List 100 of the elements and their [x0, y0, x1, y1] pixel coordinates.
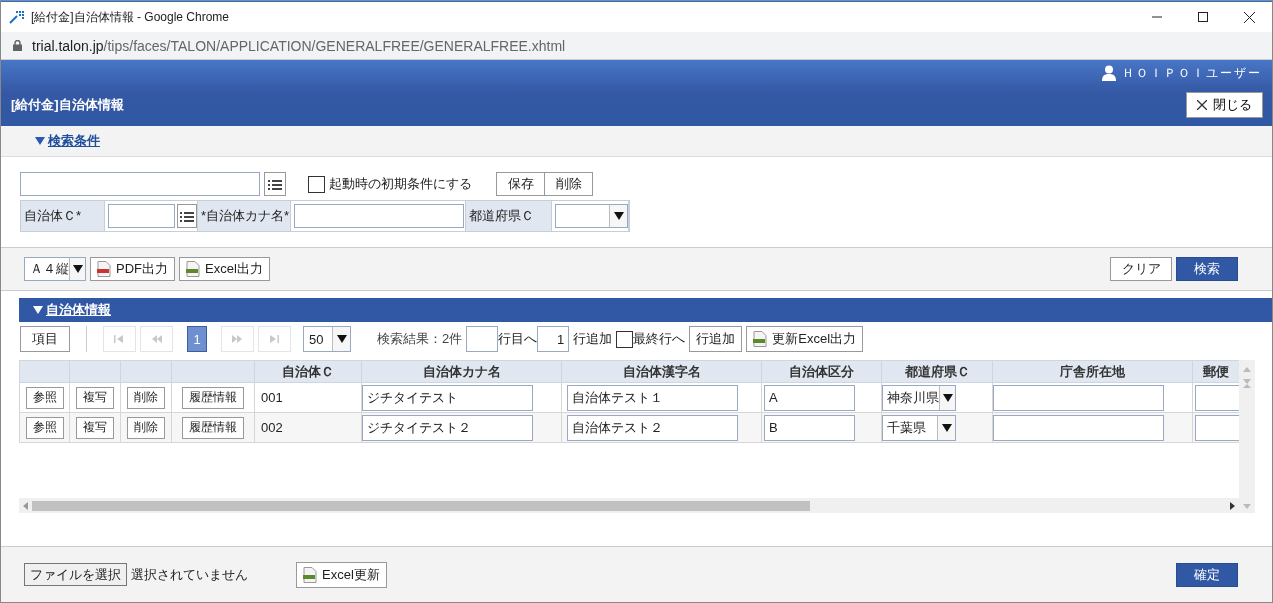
- address-input[interactable]: [993, 414, 1164, 441]
- file-status: 選択されていません: [131, 565, 248, 584]
- user-icon: [1102, 65, 1116, 81]
- default-condition-checkbox[interactable]: [308, 175, 325, 193]
- spreadsheet-file-icon: [303, 566, 317, 583]
- prefecture-select[interactable]: 千葉県: [882, 414, 956, 441]
- add-row-label: 行追加: [573, 330, 613, 348]
- condition-name-field[interactable]: [20, 172, 260, 196]
- address-input[interactable]: [993, 384, 1164, 411]
- maximize-icon: [1198, 12, 1208, 22]
- table-cell: 002: [254, 412, 362, 443]
- default-condition-label: 起動時の初期条件にする: [329, 175, 472, 193]
- column-header: 郵便: [1192, 360, 1239, 383]
- field-label: *自治体カナ名*: [198, 201, 291, 231]
- condition-list-button[interactable]: [264, 172, 286, 196]
- add-row-button[interactable]: 行追加: [689, 326, 743, 352]
- columns-button[interactable]: 項目: [20, 326, 70, 352]
- rewind-icon: [151, 334, 162, 344]
- kanji-name-input[interactable]: 自治体テスト２: [567, 414, 738, 441]
- list-icon: [180, 210, 194, 222]
- window-title: [給付金]自治体情報 - Google Chrome: [31, 8, 231, 26]
- last-row-label: 最終行へ: [633, 330, 686, 348]
- page-title: [給付金]自治体情報: [11, 96, 124, 114]
- close-dialog-button[interactable]: 閉じる: [1186, 92, 1263, 118]
- paper-size-select[interactable]: Ａ４縦: [24, 257, 86, 281]
- skip-first-icon: [114, 334, 125, 344]
- choose-file-button[interactable]: ファイルを選択: [24, 563, 127, 586]
- prefecture-value: 神奈川県: [886, 388, 939, 407]
- spreadsheet-file-icon: [186, 261, 200, 277]
- app-logo-icon: [9, 9, 25, 25]
- vertical-scrollbar[interactable]: [1239, 360, 1255, 513]
- paper-size-value: Ａ４縦: [29, 260, 69, 278]
- row-action-button[interactable]: 履歴情報: [182, 386, 244, 409]
- close-icon: [1243, 11, 1255, 23]
- row-action-button[interactable]: 履歴情報: [182, 416, 244, 439]
- column-header: 自治体漢字名: [561, 360, 762, 383]
- lock-icon: [13, 40, 22, 51]
- caret-down-icon: [613, 212, 624, 220]
- excel-update-button[interactable]: Excel更新: [296, 561, 387, 588]
- type-input[interactable]: B: [764, 414, 855, 441]
- horizontal-scrollbar[interactable]: [19, 498, 1239, 513]
- user-name: ＨＯＩＰＯＩユーザー: [1122, 64, 1262, 82]
- kana-name-input[interactable]: ジチタイテスト: [362, 384, 533, 411]
- column-header: 自治体Ｃ: [254, 360, 362, 383]
- condition-button[interactable]: 保存: [496, 172, 545, 196]
- add-row-count-field[interactable]: 1: [537, 326, 570, 352]
- postal-code-input[interactable]: [1195, 384, 1239, 411]
- spreadsheet-file-icon: [753, 331, 768, 347]
- column-header: 庁舎所在地: [992, 360, 1193, 383]
- scroll-left-icon[interactable]: [23, 501, 28, 510]
- caret-down-icon: [942, 393, 953, 402]
- result-count: 検索結果：2件: [377, 330, 463, 348]
- lookup-list-button[interactable]: [177, 204, 197, 228]
- url-host: trial.talon.jp: [32, 37, 104, 54]
- type-input[interactable]: A: [764, 384, 855, 411]
- row-action-button[interactable]: 複写: [76, 416, 114, 439]
- close-icon: [1197, 100, 1207, 110]
- fast-forward-icon: [232, 334, 243, 344]
- column-header: 自治体区分: [761, 360, 882, 383]
- search-button[interactable]: 検索: [1176, 257, 1238, 281]
- column-header: 自治体カナ名: [361, 360, 562, 383]
- kana-name-field[interactable]: [294, 204, 464, 228]
- row-action-button[interactable]: 参照: [25, 386, 64, 409]
- confirm-button[interactable]: 確定: [1176, 562, 1238, 587]
- goto-row-label: 行目へ: [498, 330, 538, 348]
- goto-row-field[interactable]: [466, 326, 499, 352]
- row-action-button[interactable]: 参照: [25, 416, 64, 439]
- prefecture-select[interactable]: [555, 204, 628, 228]
- field-label: 自治体Ｃ*: [21, 201, 105, 231]
- postal-code-input[interactable]: [1195, 414, 1239, 441]
- scroll-right-icon[interactable]: [1230, 501, 1235, 510]
- excel-update-export-button[interactable]: 更新Excel出力: [746, 326, 864, 352]
- list-icon: [268, 178, 282, 190]
- caret-down-icon: [72, 265, 83, 273]
- pdf-export-button[interactable]: PDF出力: [90, 257, 175, 281]
- row-action-button[interactable]: 削除: [127, 386, 165, 409]
- url-path: /tips/faces/TALON/APPLICATION/GENERALFREE/GENERALFREE.xhtml: [103, 37, 566, 54]
- search-conditions-toggle[interactable]: 検索条件: [48, 132, 100, 150]
- kana-name-input[interactable]: ジチタイテスト２: [362, 414, 533, 441]
- excel-export-button[interactable]: Excel出力: [179, 257, 270, 281]
- kanji-name-input[interactable]: 自治体テスト１: [567, 384, 738, 411]
- table-cell: 001: [254, 382, 362, 413]
- results-toggle[interactable]: 自治体情報: [46, 301, 111, 319]
- clear-button[interactable]: クリア: [1110, 257, 1172, 281]
- caret-down-icon: [941, 423, 952, 432]
- field-label: 都道府県Ｃ: [466, 201, 552, 231]
- scroll-down-icon[interactable]: [1243, 504, 1251, 509]
- pdf-file-icon: [97, 261, 111, 277]
- condition-button[interactable]: 削除: [544, 172, 593, 196]
- prefecture-value: 千葉県: [886, 418, 927, 437]
- row-action-button[interactable]: 複写: [76, 386, 114, 409]
- skip-last-icon: [269, 334, 280, 344]
- prefecture-select[interactable]: 神奈川県: [882, 384, 956, 411]
- row-action-button[interactable]: 削除: [127, 416, 165, 439]
- last-row-checkbox[interactable]: [616, 330, 634, 348]
- caret-down-icon: [336, 335, 347, 343]
- page-size-select[interactable]: 50: [303, 326, 351, 352]
- column-header: 都道府県Ｃ: [881, 360, 993, 383]
- page-size-value: 50: [308, 331, 325, 347]
- code-field[interactable]: [108, 204, 175, 228]
